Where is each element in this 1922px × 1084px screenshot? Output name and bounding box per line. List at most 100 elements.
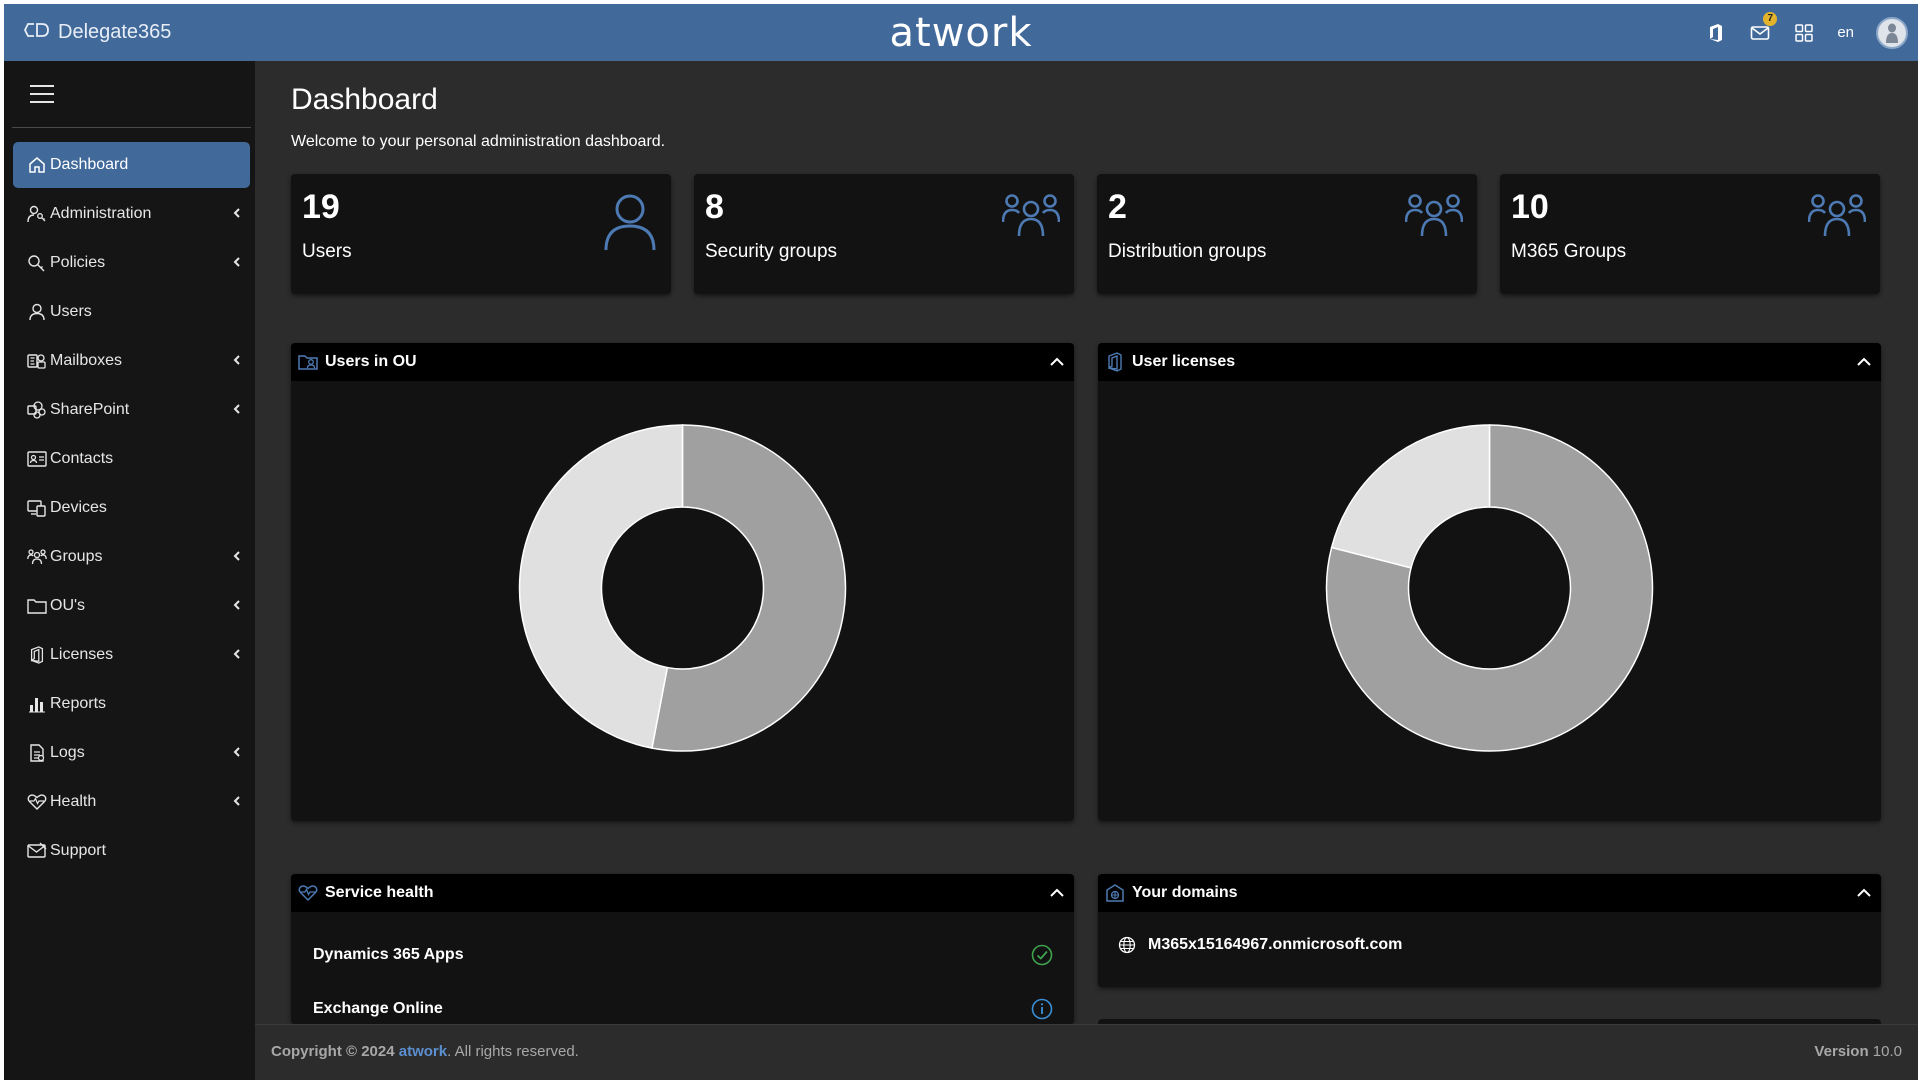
brand-center: atwork xyxy=(4,4,1918,61)
sidebar-item-label: Groups xyxy=(50,548,103,565)
product-name: Delegate365 xyxy=(58,21,172,43)
sidebar-item-sharepoint[interactable]: SharePoint xyxy=(13,387,250,433)
mail-notifications-icon[interactable]: 7 xyxy=(1749,11,1778,44)
stat-value: 19 xyxy=(302,188,340,226)
chevron-left-icon xyxy=(233,355,240,365)
sidebar-item-label: Policies xyxy=(50,254,106,271)
top-bar: Delegate365 atwork 7 en xyxy=(4,4,1918,61)
chevron-left-icon xyxy=(233,257,240,267)
sidebar-item-users[interactable]: Users xyxy=(13,289,250,335)
version-number: 10.0 xyxy=(1872,1043,1902,1060)
stat-card-users[interactable]: 19 Users xyxy=(291,174,671,294)
stat-value: 2 xyxy=(1108,188,1127,226)
footer: Copyright © 2024 atwork. All rights rese… xyxy=(255,1024,1918,1080)
stat-label: Security groups xyxy=(705,241,838,262)
user-icon xyxy=(603,192,657,257)
sidebar-item-devices[interactable]: Devices xyxy=(13,485,250,531)
sidebar-item-label: Health xyxy=(50,793,97,810)
sidebar-nav: Dashboard Administration Policies Users Mail… xyxy=(13,142,250,877)
sidebar-item-label: Dashboard xyxy=(50,156,129,173)
apps-grid-icon[interactable] xyxy=(1793,22,1815,44)
hamburger-menu-icon[interactable] xyxy=(30,85,54,103)
sidebar-item-label: Mailboxes xyxy=(50,352,123,369)
sidebar-item-mailboxes[interactable]: Mailboxes xyxy=(13,338,250,384)
donut-slice-1[interactable] xyxy=(1330,424,1491,569)
chevron-left-icon xyxy=(233,551,240,561)
sidebar-item-reports[interactable]: Reports xyxy=(13,681,250,727)
sidebar: Dashboard Administration Policies Users Mail… xyxy=(4,61,255,1080)
sidebar-divider xyxy=(12,127,251,128)
version-label: Version xyxy=(1814,1043,1869,1060)
exchange-icon xyxy=(27,351,47,371)
panel-title: Service health xyxy=(325,884,434,901)
language-selector[interactable]: en xyxy=(1837,24,1854,41)
donut-slice-1[interactable] xyxy=(518,424,684,749)
stat-label: Users xyxy=(302,241,352,262)
sidebar-item-label: Contacts xyxy=(50,450,114,467)
avatar[interactable] xyxy=(1876,16,1908,49)
chevron-up-icon[interactable] xyxy=(1855,353,1873,371)
copyright: Copyright © 2024 atwork. All rights rese… xyxy=(271,1043,579,1060)
domain-item[interactable]: M365x15164967.onmicrosoft.com xyxy=(1118,936,1402,954)
sidebar-item-label: SharePoint xyxy=(50,401,130,418)
brand-logo: atwork xyxy=(889,9,1033,56)
user-key-icon xyxy=(27,204,47,224)
sidebar-item-support[interactable]: Support xyxy=(13,828,250,874)
chevron-up-icon[interactable] xyxy=(1855,884,1873,902)
bar-chart-icon xyxy=(27,694,47,714)
panel-title: Users in OU xyxy=(325,353,417,370)
sidebar-item-label: Administration xyxy=(50,205,152,222)
office-icon[interactable] xyxy=(1705,22,1727,44)
key-search-icon xyxy=(27,253,47,273)
sidebar-item-licenses[interactable]: Licenses xyxy=(13,632,250,678)
chevron-up-icon[interactable] xyxy=(1048,353,1066,371)
stat-card-m365-groups[interactable]: 10 M365 Groups xyxy=(1500,174,1880,294)
heart-pulse-icon xyxy=(27,792,47,812)
stat-card-security-groups[interactable]: 8 Security groups xyxy=(694,174,1074,294)
copyright-prefix: Copyright © 2024 xyxy=(271,1043,395,1060)
user-licenses-chart xyxy=(1098,381,1881,821)
stat-label: M365 Groups xyxy=(1511,241,1627,262)
stat-label: Distribution groups xyxy=(1108,241,1267,262)
user-licenses-panel: User licenses xyxy=(1098,343,1881,821)
sidebar-item-groups[interactable]: Groups xyxy=(13,534,250,580)
chevron-up-icon[interactable] xyxy=(1048,884,1066,902)
company-link[interactable]: atwork xyxy=(399,1043,447,1060)
sidebar-item-contacts[interactable]: Contacts xyxy=(13,436,250,482)
sidebar-item-ou-s[interactable]: OU's xyxy=(13,583,250,629)
stat-card-distribution-groups[interactable]: 2 Distribution groups xyxy=(1097,174,1477,294)
sidebar-item-label: Support xyxy=(50,842,107,859)
service-name: Dynamics 365 Apps xyxy=(313,946,464,963)
chevron-left-icon xyxy=(233,208,240,218)
log-file-icon xyxy=(27,743,47,763)
version-info: Version 10.0 xyxy=(1814,1043,1902,1060)
service-health-row[interactable]: Exchange Online xyxy=(313,994,1053,1024)
globe-icon xyxy=(1118,936,1136,954)
sidebar-item-administration[interactable]: Administration xyxy=(13,191,250,237)
sidebar-item-health[interactable]: Health xyxy=(13,779,250,825)
page-subtitle: Welcome to your personal administration … xyxy=(291,133,666,150)
sidebar-item-label: Reports xyxy=(50,695,107,712)
support-envelope-icon xyxy=(27,841,47,861)
chevron-left-icon xyxy=(233,796,240,806)
sidebar-item-logs[interactable]: Logs xyxy=(13,730,250,776)
service-name: Exchange Online xyxy=(313,1000,443,1017)
sidebar-item-dashboard[interactable]: Dashboard xyxy=(13,142,250,188)
groups-icon xyxy=(1001,192,1061,243)
service-health-panel: Service health Dynamics 365 Apps Exchang… xyxy=(291,874,1074,1024)
panel-header: Your domains xyxy=(1098,874,1881,912)
delegate-logo-icon xyxy=(23,21,50,45)
heart-pulse-icon xyxy=(297,882,319,904)
top-bar-actions: 7 en xyxy=(1705,4,1908,61)
groups-icon xyxy=(1807,192,1867,243)
sidebar-item-label: Devices xyxy=(50,499,107,516)
folder-icon xyxy=(27,596,47,616)
sidebar-item-policies[interactable]: Policies xyxy=(13,240,250,286)
ou-users-icon xyxy=(297,351,319,373)
service-health-row[interactable]: Dynamics 365 Apps xyxy=(313,940,1053,970)
user-icon xyxy=(27,302,47,322)
chevron-left-icon xyxy=(233,649,240,659)
your-domains-panel: Your domains M365x15164967.onmicrosoft.c… xyxy=(1098,874,1881,987)
page-title: Dashboard xyxy=(291,83,438,116)
product-logo[interactable]: Delegate365 xyxy=(23,4,172,61)
